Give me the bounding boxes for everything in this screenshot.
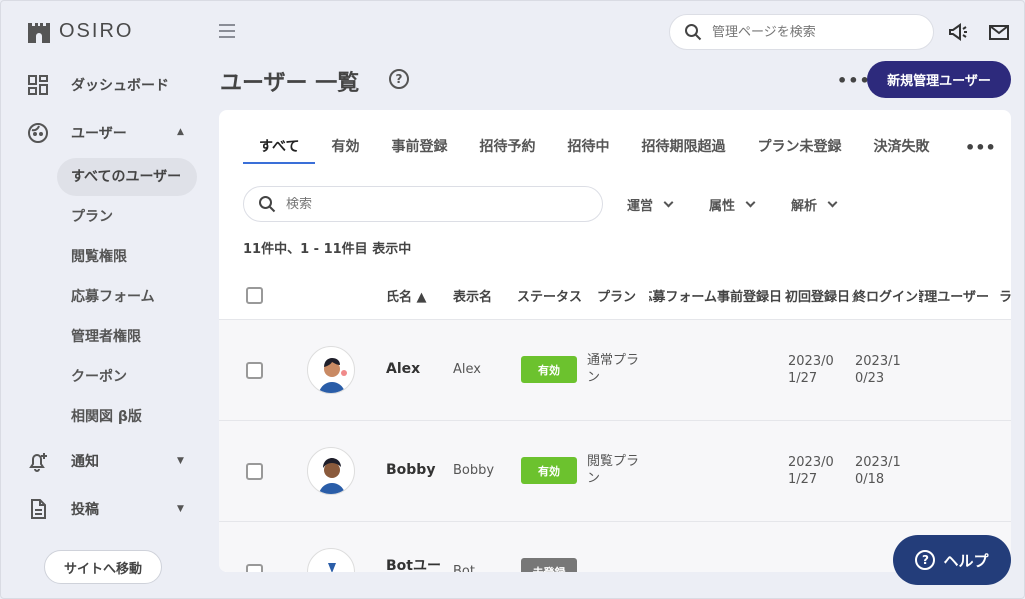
select-all-checkbox[interactable] (246, 287, 263, 304)
tab-all[interactable]: すべて (243, 136, 316, 164)
row-checkbox[interactable] (246, 362, 263, 379)
caret-up-icon[interactable]: ▲ (177, 127, 184, 137)
col-header-last-login[interactable]: 最終ログイン (852, 286, 918, 305)
last-login-date: 2023/10/23 (855, 354, 901, 386)
page-title: ユーザー 一覧 (220, 71, 360, 96)
col-header-first-registration[interactable]: 初回登録日 (785, 286, 851, 305)
first-registration-date: 2023/01/27 (788, 354, 834, 386)
col-header-admin-user[interactable]: 管理ユーザー (919, 286, 989, 305)
user-search[interactable] (243, 186, 603, 222)
table-row[interactable]: Botユー Bot 未登録 (219, 521, 1011, 572)
tab-pre-registered[interactable]: 事前登録 (375, 136, 463, 164)
table-row[interactable]: Bobby Bobby 有効 閲覧プラン 2023/01/27 2023/10/… (219, 420, 1011, 521)
row-checkbox[interactable] (246, 564, 263, 572)
user-display-name: Alex (453, 362, 481, 377)
tab-invited[interactable]: 招待中 (551, 136, 625, 164)
megaphone-icon[interactable] (947, 21, 969, 43)
table-row[interactable]: Alex Alex 有効 通常プラン 2023/01/27 2023/10/23 (219, 319, 1011, 420)
sidebar-sub-forms[interactable]: 応募フォーム (57, 278, 197, 316)
user-display-name: Bobby (453, 463, 495, 478)
user-search-input[interactable] (286, 196, 456, 212)
help-icon[interactable]: ? (389, 69, 409, 89)
new-admin-user-button[interactable]: 新規管理ユーザー (867, 61, 1011, 98)
bell-plus-icon (29, 453, 47, 472)
status-badge: 未登録 (521, 558, 577, 572)
col-header-display-name[interactable]: 表示名 (453, 286, 509, 305)
castle-icon (28, 22, 50, 43)
search-icon (259, 196, 276, 213)
last-login-date: 2023/10/18 (855, 455, 901, 487)
col-header-status[interactable]: ステータス (517, 286, 587, 305)
col-header-plan[interactable]: プラン (597, 286, 643, 305)
sidebar-item-label: 投稿 (71, 502, 99, 518)
caret-down-icon[interactable]: ▼ (177, 456, 184, 466)
filter-management[interactable]: 運営 (627, 195, 674, 214)
filter-label: 属性 (709, 199, 736, 214)
caret-down-icon[interactable]: ▼ (177, 504, 184, 514)
app-window: OSIRO ダッシュボード ユーザー ▲ すべてのユーザー プラン 閲覧権限 応… (0, 0, 1025, 599)
mail-icon[interactable] (988, 21, 1010, 43)
sidebar-sub-all-users[interactable]: すべてのユーザー (57, 158, 197, 196)
col-header-form[interactable]: 応募フォーム (649, 286, 717, 305)
status-badge: 有効 (521, 356, 577, 383)
document-icon (31, 499, 46, 519)
tabs-more-icon[interactable]: ••• (965, 138, 996, 157)
chevron-down-icon (745, 197, 756, 208)
tab-invite-scheduled[interactable]: 招待予約 (463, 136, 551, 164)
chevron-down-icon (827, 197, 838, 208)
sidebar-sub-permissions[interactable]: 閲覧権限 (57, 238, 197, 276)
sidebar-item-label: ユーザー (71, 126, 127, 142)
user-face-icon (28, 123, 48, 143)
sidebar-item-label: 通知 (71, 454, 99, 470)
col-header-pre-registration[interactable]: 事前登録日 (717, 286, 783, 305)
tab-payment-failed[interactable]: 決済失敗 (857, 136, 945, 164)
user-name[interactable]: Bobby (386, 462, 435, 478)
avatar (307, 346, 355, 394)
result-count: 11件中、1 - 11件目 表示中 (243, 242, 412, 257)
more-actions-icon[interactable]: ••• (837, 71, 871, 90)
sidebar-sub-relationship-map[interactable]: 相関図 β版 (57, 398, 197, 436)
go-to-site-button[interactable]: サイトへ移動 (44, 550, 162, 584)
filter-analysis[interactable]: 解析 (791, 195, 838, 214)
sidebar-sub-coupons[interactable]: クーポン (57, 358, 197, 396)
sidebar-item-dashboard[interactable]: ダッシュボード (27, 74, 169, 96)
global-search-input[interactable] (712, 24, 912, 40)
brand-logo[interactable]: OSIRO (27, 20, 133, 43)
row-checkbox[interactable] (246, 463, 263, 480)
filter-label: 運営 (627, 199, 654, 214)
user-list-card: すべて 有効 事前登録 招待予約 招待中 招待期限超過 プラン未登録 決済失敗 … (219, 110, 1011, 572)
dashboard-icon (28, 75, 48, 95)
sidebar-item-posts[interactable]: 投稿 (27, 498, 99, 520)
sidebar-sub-admin-permissions[interactable]: 管理者権限 (57, 318, 197, 356)
sidebar-sub-plan[interactable]: プラン (57, 198, 197, 236)
user-plan: 閲覧プラン (587, 454, 640, 486)
filter-attributes[interactable]: 属性 (709, 195, 756, 214)
help-button[interactable]: ? ヘルプ (893, 535, 1011, 585)
user-name[interactable]: Alex (386, 361, 420, 377)
tab-no-plan[interactable]: プラン未登録 (741, 136, 857, 164)
status-badge: 有効 (521, 457, 577, 484)
tab-invite-expired[interactable]: 招待期限超過 (625, 136, 741, 164)
filter-label: 解析 (791, 199, 818, 214)
search-icon (685, 24, 702, 41)
brand-name: OSIRO (59, 20, 134, 42)
user-plan: 通常プラン (587, 353, 640, 385)
status-tabs: すべて 有効 事前登録 招待予約 招待中 招待期限超過 プラン未登録 決済失敗 (243, 136, 945, 164)
chevron-down-icon (663, 197, 674, 208)
user-display-name: Bot (453, 564, 475, 572)
menu-toggle-icon[interactable] (219, 24, 235, 40)
question-icon: ? (915, 550, 936, 570)
first-registration-date: 2023/01/27 (788, 455, 834, 487)
avatar (307, 447, 355, 495)
sidebar-item-notifications[interactable]: 通知 (27, 450, 99, 472)
col-header-more[interactable]: ラ (999, 286, 1011, 305)
global-search[interactable] (669, 14, 934, 50)
tab-active[interactable]: 有効 (315, 136, 375, 164)
sidebar-item-users[interactable]: ユーザー (27, 122, 127, 144)
col-header-name[interactable]: 氏名 ▲ (386, 286, 446, 305)
help-button-label: ヘルプ (943, 551, 989, 570)
sidebar-item-label: ダッシュボード (71, 78, 169, 94)
avatar (307, 548, 355, 572)
user-name[interactable]: Botユー (386, 555, 441, 572)
